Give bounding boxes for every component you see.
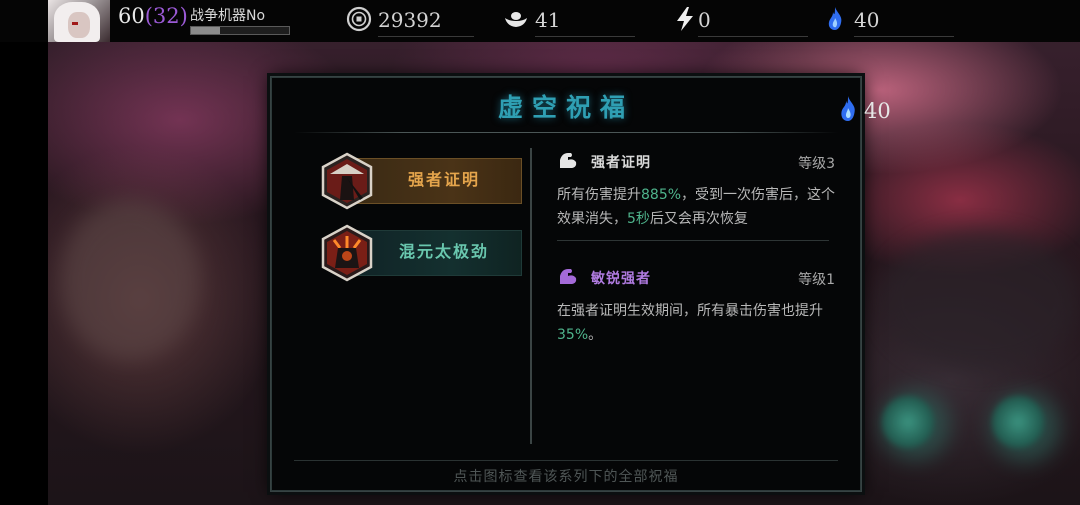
hunyuan-taiji-hex-icon [321,224,373,282]
lightning-icon [677,7,693,31]
blurred-skill-button [992,396,1044,448]
buff-name: 强者证明 [591,155,651,171]
blue-flame-icon [828,7,842,30]
ingot-icon [505,12,527,27]
buff-level: 等级1 [798,272,835,288]
footer-hint: 点击图标查看该系列下的全部祝福 [453,469,679,485]
blue-flame-icon [841,96,855,121]
column-divider [530,148,532,444]
coin-icon [346,6,372,32]
buff-entry-keen-strong: 敏锐强者 等级1 在强者证明生效期间，所有暴击伤害也提升35%。 [557,266,837,366]
blessing-detail-panel: 强者证明 等级3 所有伤害提升885%，受到一次伤害后，这个效果消失，5秒后又会… [557,150,837,350]
energy-value: 0 [698,8,711,32]
skill-name: 混元太极劲 [398,242,489,261]
ingot-value: 41 [535,8,561,32]
strong-proof-hex-icon [321,152,373,210]
buff-level: 等级3 [798,156,835,172]
skill-name: 强者证明 [407,170,480,189]
blurred-skill-button [882,396,934,448]
coin-value: 29392 [378,8,442,32]
void-blessing-dialog: 虚空祝福 40 强者证明 混元太极劲 强者证明 等级3 所有伤害提升885%，受… [270,76,891,492]
muscle-arm-icon [560,269,577,284]
dialog-flame-value: 40 [864,99,891,123]
top-status-bar: 60(32) 战争机器No 29392 41 0 40 [0,0,1080,42]
buff-description: 所有伤害提升885%，受到一次伤害后，这个效果消失，5秒后又会再次恢复 [557,187,836,227]
muscle-arm-icon [560,153,577,168]
screen-edge [0,0,48,505]
skill-item-strong-proof[interactable]: 强者证明 [318,152,522,210]
blue-flame-value: 40 [854,8,880,32]
blurred-scene [880,230,1080,370]
buff-divider [557,240,829,241]
level-bonus: (32) [144,4,188,28]
buff-entry-strong-proof: 强者证明 等级3 所有伤害提升885%，受到一次伤害后，这个效果消失，5秒后又会… [557,150,837,250]
footer-divider [294,460,838,461]
buff-name: 敏锐强者 [591,271,651,287]
header-divider [294,132,838,133]
player-level: 60(32) [118,4,188,28]
player-name: 战争机器No [190,8,266,24]
xp-bar [190,26,290,35]
blurred-scene [60,200,200,360]
buff-description: 在强者证明生效期间，所有暴击伤害也提升35%。 [557,303,823,343]
player-avatar[interactable] [48,0,110,42]
skill-item-hunyuan-taiji[interactable]: 混元太极劲 [318,224,522,282]
dialog-title: 虚空祝福 [497,93,634,122]
